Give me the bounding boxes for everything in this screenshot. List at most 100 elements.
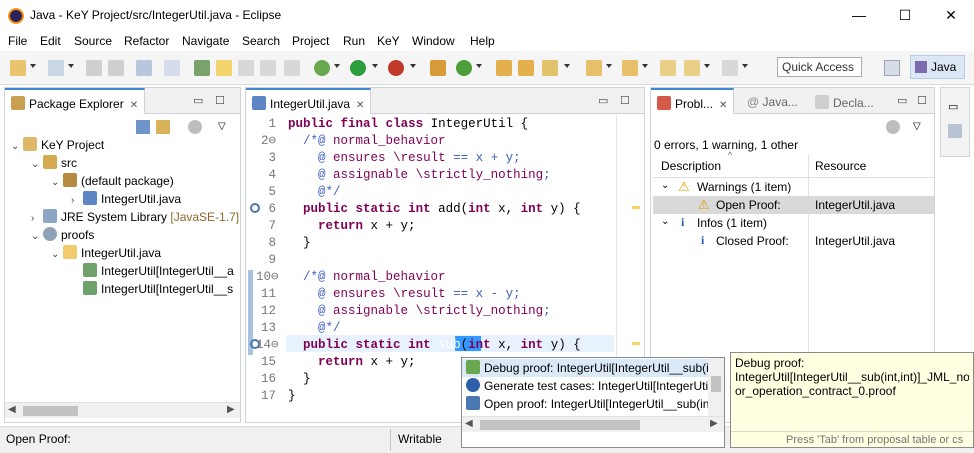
save-icon[interactable] <box>86 60 102 76</box>
open-perspective-icon[interactable] <box>884 60 900 76</box>
menu-project[interactable]: Project <box>292 34 329 48</box>
menu-file[interactable]: File <box>8 34 27 48</box>
paragraph-icon[interactable] <box>284 60 300 76</box>
code-line[interactable]: @ assignable \strictly_nothing; <box>288 167 551 184</box>
scroll-right-icon[interactable]: ▶ <box>710 418 718 429</box>
close-button[interactable]: ✕ <box>928 0 974 31</box>
code-line[interactable]: @*/ <box>288 184 341 201</box>
view-menu-icon[interactable]: ▽ <box>218 121 226 132</box>
menu-search[interactable]: Search <box>242 34 280 48</box>
show-whitespace-icon[interactable] <box>238 60 254 76</box>
new-package-icon[interactable] <box>456 60 472 76</box>
tab-problems[interactable]: Probl... ✕ <box>651 88 735 114</box>
view-menu-icon[interactable]: ▽ <box>913 121 921 132</box>
menu-source[interactable]: Source <box>74 34 112 48</box>
highlight-icon[interactable] <box>216 60 232 76</box>
scroll-right-icon[interactable]: ▶ <box>227 404 235 415</box>
back-icon[interactable] <box>684 60 700 76</box>
horizontal-scrollbar[interactable]: ◀ ▶ <box>462 416 724 432</box>
close-icon[interactable]: ✕ <box>130 100 138 111</box>
code-line[interactable]: @ ensures \result == x + y; <box>288 150 521 167</box>
problems-row-open-proof[interactable]: ⚠ Open Proof: IntegerUtil.java <box>653 196 934 214</box>
minimize-button[interactable]: — <box>836 0 882 31</box>
code-line[interactable]: } <box>288 388 296 405</box>
minimize-view-icon[interactable]: ▭ <box>897 94 907 107</box>
restore-view-icon[interactable]: ▭ <box>948 100 958 113</box>
menu-help[interactable]: Help <box>470 34 495 48</box>
menu-refactor[interactable]: Refactor <box>124 34 169 48</box>
debug-proof-toolbar-icon[interactable] <box>194 60 210 76</box>
scroll-left-icon[interactable]: ◀ <box>8 404 16 415</box>
horizontal-scrollbar[interactable]: ◀ ▶ <box>5 402 240 418</box>
menu-navigate[interactable]: Navigate <box>182 34 229 48</box>
code-line[interactable]: public static int sub(int x, int y) { <box>288 337 581 354</box>
expand-icon[interactable]: ⌄ <box>51 174 63 192</box>
tree-item-default-package[interactable]: ⌄ (default package) <box>51 172 174 190</box>
code-line[interactable]: public static int add(int x, int y) { <box>288 201 581 218</box>
block-selection-icon[interactable] <box>260 60 276 76</box>
new-class-icon[interactable] <box>430 60 446 76</box>
search-toolbar-icon[interactable] <box>542 60 558 76</box>
new-project-icon[interactable] <box>48 60 64 76</box>
view-menu-dots-icon[interactable] <box>188 120 202 134</box>
code-line[interactable]: @ ensures \result == x - y; <box>288 286 521 303</box>
description-column-header[interactable]: Description <box>661 159 721 173</box>
minimize-view-icon[interactable]: ▭ <box>193 94 203 107</box>
problems-row-closed-proof[interactable]: i Closed Proof: IntegerUtil.java <box>653 232 934 250</box>
maximize-button[interactable]: ☐ <box>882 0 928 31</box>
debug-icon[interactable] <box>314 60 330 76</box>
external-tools-icon[interactable] <box>388 60 404 76</box>
vertical-scrollbar[interactable] <box>708 358 724 416</box>
problems-row-infos[interactable]: ⌄ i Infos (1 item) <box>653 214 934 232</box>
proposal-open-proof[interactable]: Open proof: IntegerUtil[IntegerUtil__sub… <box>462 395 708 413</box>
maximize-view-icon[interactable]: ☐ <box>215 94 225 107</box>
view-menu-dots-icon[interactable] <box>886 120 900 134</box>
resource-column-header[interactable]: Resource <box>815 159 866 173</box>
previous-annotation-icon[interactable] <box>622 60 638 76</box>
tab-package-explorer[interactable]: Package Explorer ✕ <box>5 88 146 114</box>
overview-warning-marker[interactable] <box>632 342 640 345</box>
expand-icon[interactable]: ⌄ <box>11 138 23 156</box>
tree-item-key-project[interactable]: ⌄ KeY Project <box>11 136 104 154</box>
tab-declaration[interactable]: Decla... <box>809 88 880 114</box>
proposal-debug-proof[interactable]: Debug proof: IntegerUtil[IntegerUtil__su… <box>462 359 708 377</box>
menu-key[interactable]: KeY <box>377 34 400 48</box>
tab-integerutil-java[interactable]: IntegerUtil.java ✕ <box>246 88 372 114</box>
scroll-left-icon[interactable]: ◀ <box>465 418 473 429</box>
code-line[interactable]: } <box>288 235 311 252</box>
problems-row-warnings[interactable]: ⌄ ⚠ Warnings (1 item) <box>653 178 934 196</box>
code-line[interactable]: /*@ normal_behavior <box>288 133 446 150</box>
code-line[interactable]: @*/ <box>288 320 341 337</box>
code-line[interactable]: } <box>288 371 311 388</box>
collapse-all-icon[interactable] <box>136 120 150 134</box>
tree-item-proofs[interactable]: ⌄ proofs <box>31 226 94 244</box>
run-icon[interactable] <box>350 60 366 76</box>
outline-view-icon[interactable] <box>948 124 962 138</box>
proposal-generate-tests[interactable]: Generate test cases: IntegerUtil[Integer… <box>462 377 708 395</box>
code-line[interactable]: @ assignable \strictly_nothing; <box>288 303 551 320</box>
expand-icon[interactable]: ⌄ <box>661 216 669 227</box>
new-icon[interactable] <box>10 60 26 76</box>
open-task-icon[interactable] <box>518 60 534 76</box>
expand-icon[interactable]: ⌄ <box>31 228 43 246</box>
forward-icon[interactable] <box>722 60 738 76</box>
maximize-view-icon[interactable]: ☐ <box>917 94 927 107</box>
minimize-editor-icon[interactable]: ▭ <box>598 94 608 107</box>
menu-window[interactable]: Window <box>412 34 455 48</box>
tree-item-proofs-integerutil[interactable]: ⌄ IntegerUtil.java <box>51 244 161 262</box>
expand-icon[interactable]: ⌄ <box>661 180 669 191</box>
close-icon[interactable]: ✕ <box>356 100 364 111</box>
last-edit-icon[interactable] <box>660 60 676 76</box>
menu-run[interactable]: Run <box>343 34 365 48</box>
code-line[interactable]: public final class IntegerUtil { <box>288 116 528 133</box>
expand-icon[interactable]: ⌄ <box>31 156 43 174</box>
menu-edit[interactable]: Edit <box>40 34 61 48</box>
skip-breakpoints-icon[interactable] <box>164 60 180 76</box>
scrollbar-thumb[interactable] <box>23 406 78 416</box>
scrollbar-thumb[interactable] <box>711 376 721 392</box>
tree-item-src[interactable]: ⌄ src <box>31 154 77 172</box>
open-type-icon[interactable] <box>496 60 512 76</box>
link-with-editor-icon[interactable] <box>156 120 170 134</box>
tree-item-jre-library[interactable]: › JRE System Library [JavaSE-1.7] <box>31 208 239 226</box>
tree-item-integerutil-java[interactable]: › IntegerUtil.java <box>71 190 181 208</box>
